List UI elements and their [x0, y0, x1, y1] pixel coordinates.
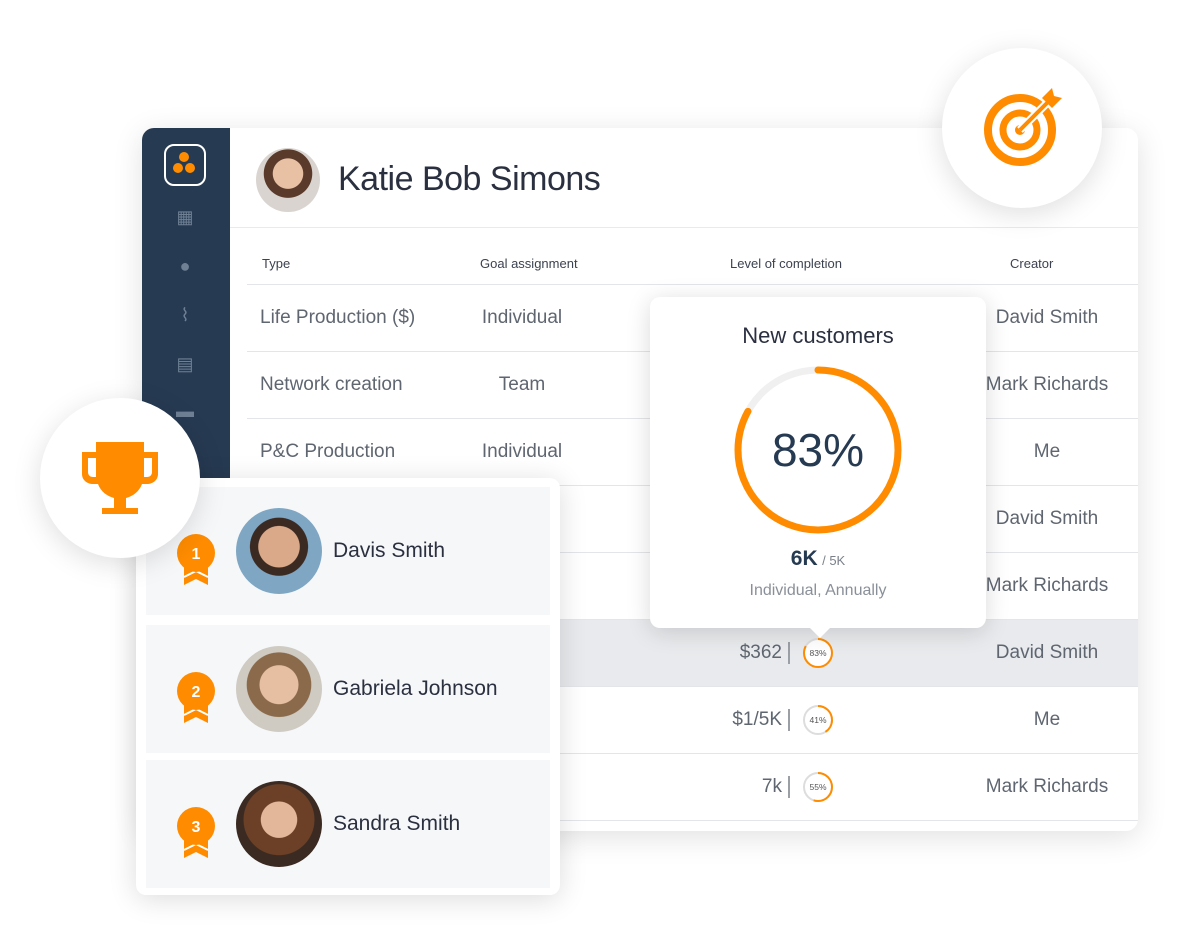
- leader-avatar: [236, 508, 322, 594]
- leader-avatar: [236, 646, 322, 732]
- page-title: Katie Bob Simons: [338, 160, 601, 198]
- completion-ring: 55%: [803, 772, 833, 802]
- completion-percent: 41%: [809, 715, 826, 725]
- column-header-level-of-completion: Level of completion: [730, 256, 843, 271]
- popover-title: New customers: [742, 323, 894, 348]
- cell-level-value: $1/5K: [732, 709, 782, 730]
- svg-text:2: 2: [192, 684, 201, 701]
- column-header-type: Type: [262, 256, 291, 271]
- trophy-icon: [82, 442, 158, 514]
- leader-avatar: [236, 781, 322, 867]
- cell-goal-assignment: Team: [498, 374, 546, 395]
- target-value: / 5K: [822, 553, 846, 568]
- cell-level-value: 7k: [761, 776, 782, 797]
- leader-name: Davis Smith: [333, 539, 446, 562]
- completion-ring: 41%: [803, 705, 833, 735]
- cell-creator: David Smith: [995, 642, 1099, 663]
- progress-percent: 83%: [771, 424, 865, 476]
- leaderboard-item[interactable]: 2 Gabriela Johnson: [146, 625, 550, 753]
- completion-percent: 55%: [809, 782, 826, 792]
- cell-type: P&C Production: [260, 441, 396, 462]
- completion-ring: 83%: [803, 638, 833, 668]
- calendar-icon[interactable]: ▤: [174, 353, 196, 375]
- activity-icon[interactable]: ⌇: [174, 304, 196, 326]
- leader-name: Sandra Smith: [333, 812, 461, 835]
- leader-name: Gabriela Johnson: [333, 677, 498, 700]
- rank-medal-icon: 3: [177, 807, 215, 858]
- leaderboard-item[interactable]: 3 Sandra Smith: [146, 760, 550, 888]
- cell-type: Network creation: [260, 374, 403, 395]
- building-icon[interactable]: ▦: [174, 206, 196, 228]
- cell-goal-assignment: Individual: [481, 307, 563, 328]
- column-header-creator: Creator: [1010, 256, 1054, 271]
- column-header-goal-assignment: Goal assignment: [480, 256, 578, 271]
- cell-creator: Mark Richards: [985, 776, 1109, 797]
- app-logo[interactable]: [164, 144, 206, 186]
- trophy-badge: [40, 398, 200, 558]
- current-value: 6K: [790, 547, 818, 570]
- goal-detail-popover: New customers 83% 6K / 5K Individual, An…: [650, 297, 986, 638]
- target-badge: [942, 48, 1102, 208]
- cell-goal-assignment: Individual: [481, 441, 563, 462]
- completion-percent: 83%: [809, 648, 826, 658]
- user-avatar: [256, 148, 320, 212]
- user-circle-icon[interactable]: ●: [174, 255, 196, 277]
- cell-creator: Me: [1033, 709, 1061, 730]
- leaderboard-item[interactable]: 1 Davis Smith: [146, 487, 550, 615]
- rank-medal-icon: 2: [177, 672, 215, 723]
- popover-subtitle: Individual, Annually: [749, 582, 887, 599]
- target-icon: [984, 88, 1062, 166]
- svg-text:3: 3: [192, 819, 201, 836]
- cell-type: Life Production ($): [260, 307, 416, 328]
- cell-level-value: $362: [739, 642, 782, 663]
